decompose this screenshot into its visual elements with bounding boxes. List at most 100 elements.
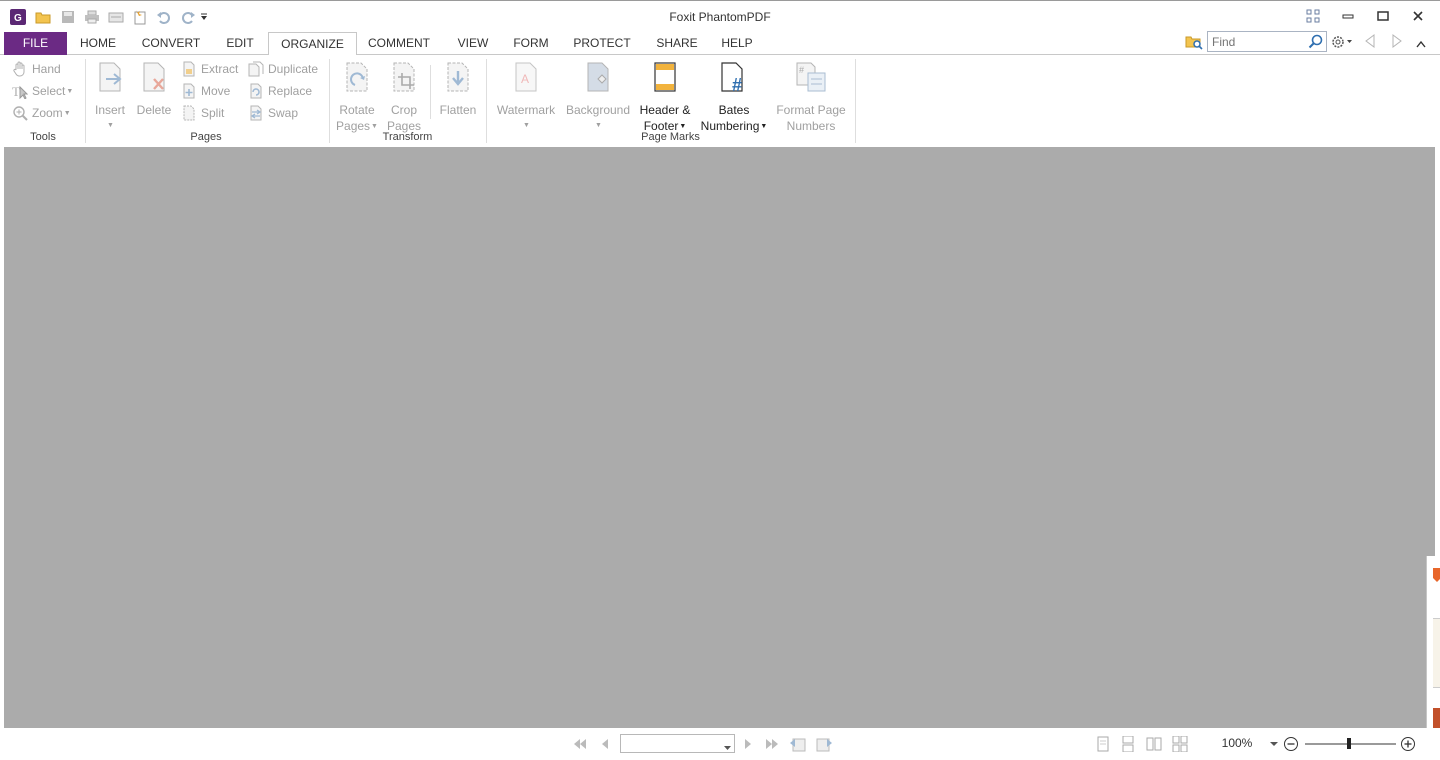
tab-organize[interactable]: ORGANIZE	[268, 32, 357, 56]
group-label-pages: Pages	[190, 131, 222, 143]
group-separator	[430, 65, 431, 119]
insert-pages-button[interactable]: Insert ▼	[90, 60, 130, 134]
app-logo-icon[interactable]: G	[8, 8, 28, 26]
undo-icon[interactable]	[154, 8, 174, 26]
next-find-icon[interactable]	[1391, 34, 1405, 50]
tab-share[interactable]: SHARE	[648, 32, 706, 55]
chevron-down-icon[interactable]	[724, 740, 731, 754]
fullscreen-icon[interactable]	[1300, 7, 1326, 25]
scan-icon[interactable]	[106, 8, 126, 26]
previous-view-icon[interactable]	[789, 736, 807, 752]
watermark-button[interactable]: A Watermark ▼	[494, 60, 558, 134]
window-title: Foxit PhantomPDF	[669, 10, 771, 24]
zoom-in-icon[interactable]	[1399, 736, 1417, 752]
crop-pages-button[interactable]: Crop Pages	[383, 60, 425, 134]
insert-page-icon	[94, 60, 126, 94]
header-footer-icon	[649, 60, 681, 94]
previous-find-icon[interactable]	[1364, 34, 1378, 50]
title-bar: G Foxit PhantomPDF	[0, 0, 1440, 32]
tab-edit[interactable]: EDIT	[216, 32, 264, 55]
find-box	[1207, 31, 1327, 52]
close-icon[interactable]	[1405, 7, 1431, 25]
tab-protect[interactable]: PROTECT	[566, 32, 638, 55]
replace-icon	[248, 83, 264, 99]
flatten-icon	[442, 60, 474, 94]
background-button[interactable]: Background ▼	[563, 60, 633, 134]
redo-icon[interactable]	[178, 8, 198, 26]
watermark-icon: A	[510, 60, 542, 94]
bates-numbering-button[interactable]: # Bates Numbering▼	[699, 60, 769, 135]
facing-view-icon[interactable]	[1145, 736, 1163, 752]
next-view-icon[interactable]	[815, 736, 833, 752]
chevron-down-icon: ▼	[760, 122, 768, 130]
move-pages-button[interactable]: Move	[181, 82, 230, 100]
split-icon	[181, 105, 197, 121]
collapse-ribbon-icon[interactable]	[1416, 37, 1428, 49]
search-icon[interactable]	[1308, 34, 1323, 52]
svg-text:T: T	[12, 84, 20, 99]
tab-help[interactable]: HELP	[715, 32, 759, 55]
svg-text:#: #	[799, 65, 804, 75]
first-page-icon[interactable]	[571, 736, 589, 752]
ribbon-panel: Hand T Select ▼ Zoom ▼ Tools Insert ▼ Dele…	[0, 55, 1440, 147]
svg-text:A: A	[521, 72, 529, 86]
bates-numbering-icon: #	[718, 60, 750, 94]
print-icon[interactable]	[82, 8, 102, 26]
group-separator	[855, 59, 856, 143]
continuous-view-icon[interactable]	[1119, 736, 1137, 752]
replace-pages-button[interactable]: Replace	[248, 82, 312, 100]
split-document-button[interactable]: Split	[181, 104, 224, 122]
maximize-icon[interactable]	[1370, 7, 1396, 25]
continuous-facing-view-icon[interactable]	[1171, 736, 1189, 752]
zoom-slider-handle[interactable]	[1347, 738, 1351, 749]
duplicate-pages-button[interactable]: Duplicate	[248, 60, 318, 78]
flatten-button[interactable]: Flatten	[436, 60, 480, 118]
extract-page-icon	[181, 61, 197, 77]
chevron-down-icon: ▼	[63, 109, 71, 117]
customize-dropdown-icon[interactable]	[197, 8, 211, 26]
tab-home[interactable]: HOME	[70, 32, 126, 55]
swap-pages-button[interactable]: Swap	[248, 104, 298, 122]
svg-text:G: G	[14, 13, 22, 24]
zoom-icon	[12, 105, 28, 121]
next-page-icon[interactable]	[739, 736, 757, 752]
delete-page-icon	[138, 60, 170, 94]
zoom-level[interactable]: 100%	[1212, 736, 1262, 750]
select-cursor-icon: T	[12, 83, 28, 99]
open-folder-icon[interactable]	[33, 8, 53, 26]
save-icon[interactable]	[58, 8, 78, 26]
tab-view[interactable]: VIEW	[449, 32, 497, 55]
group-label-transform: Transform	[382, 131, 433, 143]
crop-page-icon	[388, 60, 420, 94]
page-number-field[interactable]	[620, 734, 735, 753]
settings-gear-icon[interactable]	[1331, 34, 1357, 50]
tab-comment[interactable]: COMMENT	[362, 32, 436, 55]
find-folder-icon[interactable]	[1185, 34, 1203, 52]
tab-convert[interactable]: CONVERT	[132, 32, 210, 55]
minimize-icon[interactable]	[1335, 7, 1361, 25]
last-page-icon[interactable]	[763, 736, 781, 752]
previous-page-icon[interactable]	[596, 736, 614, 752]
app-peek-logo-icon	[1433, 566, 1440, 585]
extract-pages-button[interactable]: Extract	[181, 60, 238, 78]
format-page-numbers-icon: #	[795, 60, 827, 94]
document-viewport[interactable]	[4, 147, 1435, 728]
zoom-dropdown-icon[interactable]	[1268, 736, 1280, 752]
new-icon[interactable]	[130, 8, 150, 26]
background-icon	[582, 60, 614, 94]
hand-icon	[12, 61, 28, 77]
find-input[interactable]	[1208, 32, 1304, 51]
tab-file[interactable]: FILE	[4, 32, 67, 55]
tab-form[interactable]: FORM	[506, 32, 556, 55]
delete-pages-button[interactable]: Delete	[134, 60, 174, 118]
zoom-out-icon[interactable]	[1282, 736, 1300, 752]
hand-tool-button[interactable]: Hand	[12, 60, 61, 78]
single-page-view-icon[interactable]	[1094, 736, 1112, 752]
header-footer-button[interactable]: Header & Footer▼	[636, 60, 694, 135]
format-page-numbers-button[interactable]: # Format Page Numbers	[773, 60, 849, 134]
select-tool-button[interactable]: T Select ▼	[12, 82, 73, 100]
chevron-down-icon: ▼	[371, 122, 378, 130]
chevron-down-icon: ▼	[679, 122, 687, 130]
zoom-tool-button[interactable]: Zoom ▼	[12, 104, 71, 122]
rotate-pages-button[interactable]: Rotate Pages▼	[335, 60, 379, 135]
